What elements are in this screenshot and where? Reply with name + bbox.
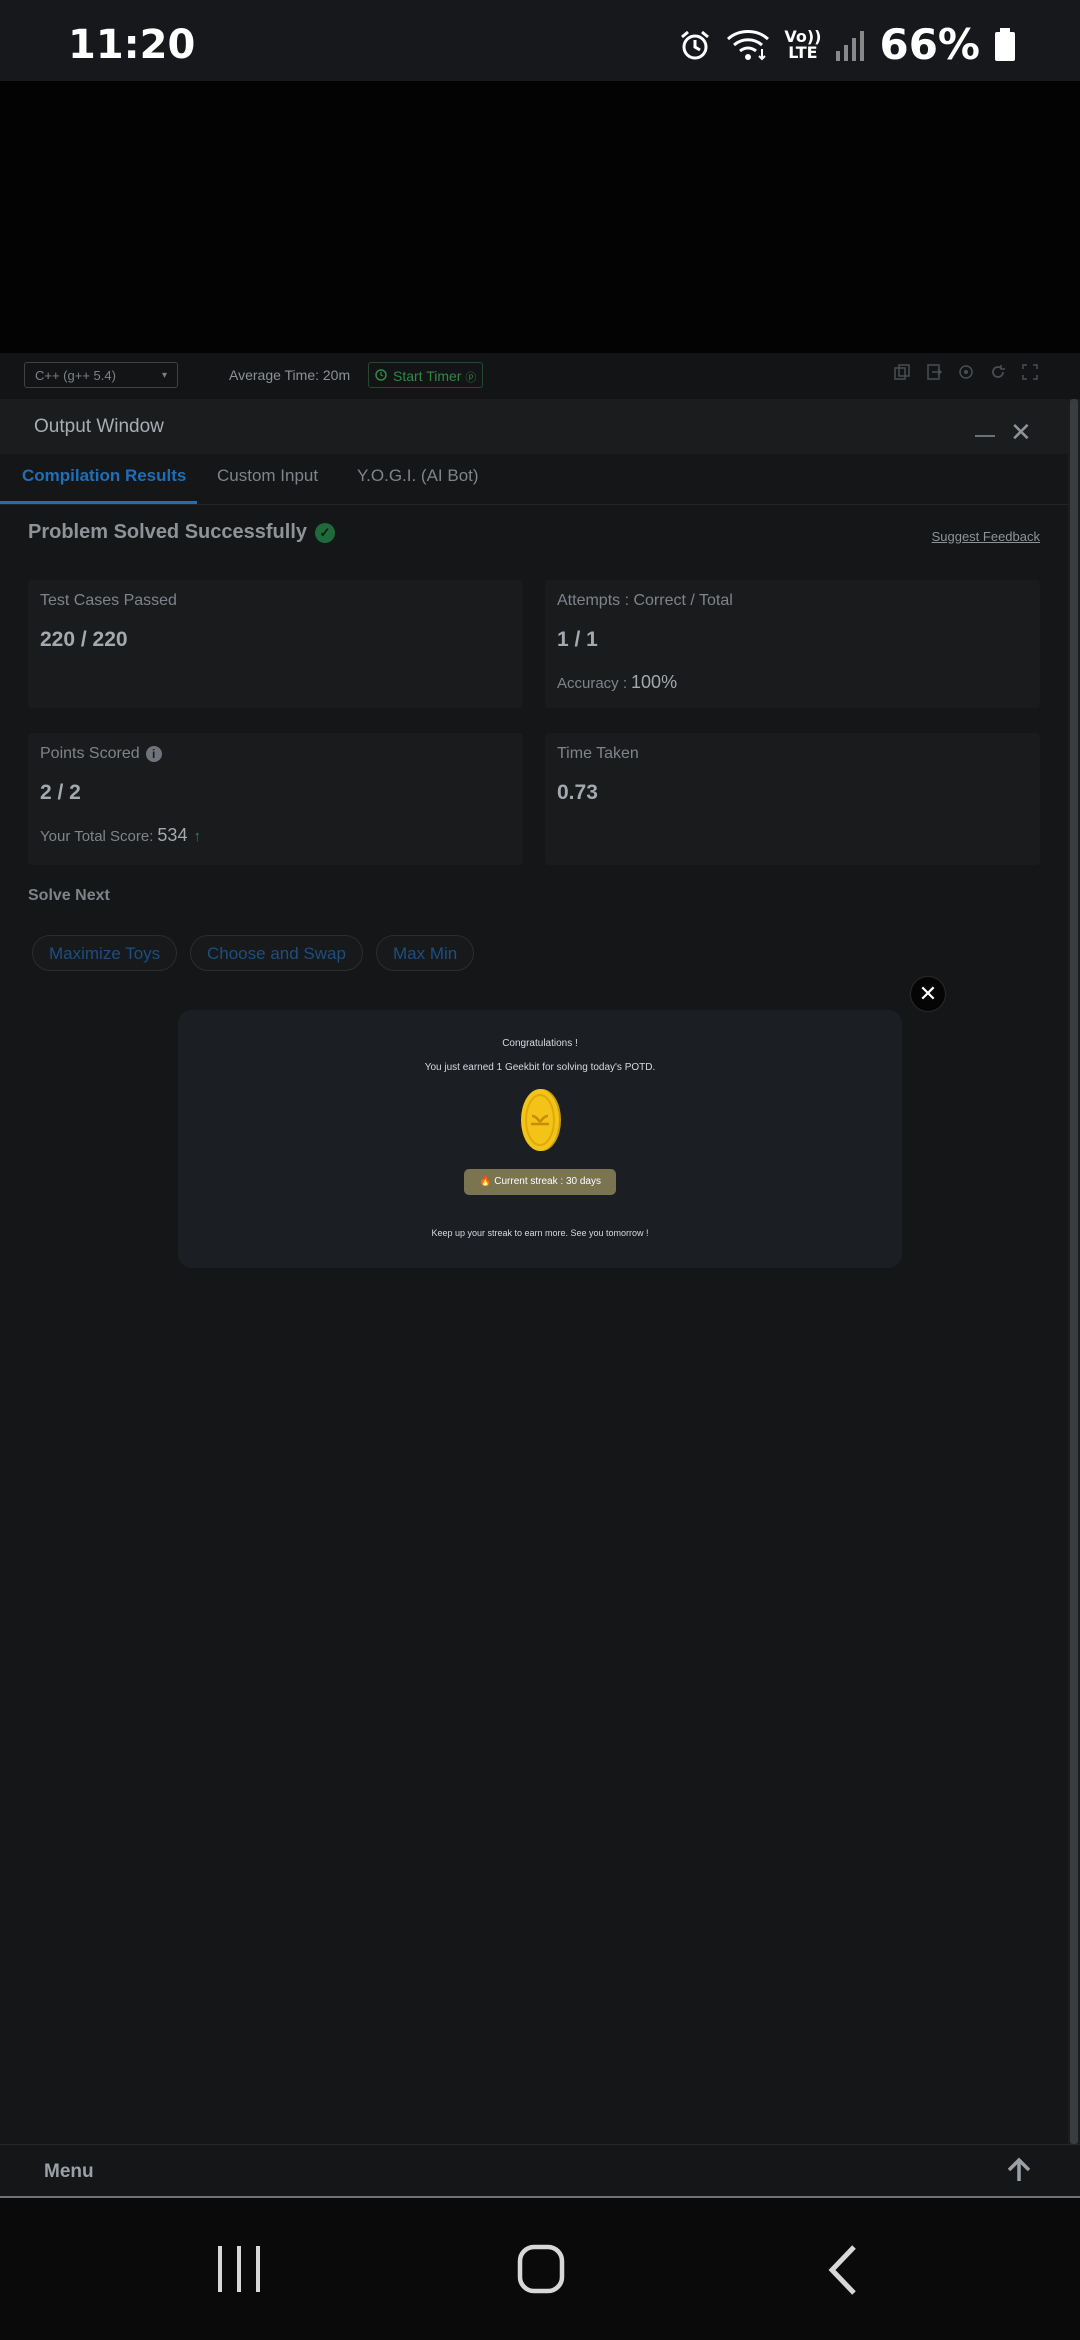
volte-bottom-text: LTE (788, 42, 818, 62)
modal-title: Congratulations ! (502, 1038, 578, 1049)
back-icon[interactable] (828, 2244, 858, 2301)
active-tab-indicator (0, 501, 197, 504)
menu-button[interactable]: Menu (44, 2161, 94, 2183)
streak-badge: 🔥 Current streak : 30 days (464, 1169, 616, 1195)
scrollbar-thumb[interactable] (1070, 399, 1078, 2144)
scroll-top-icon[interactable] (1006, 2157, 1032, 2188)
points-card: Points Scored i 2 / 2 Your Total Score: 53… (28, 733, 523, 865)
total-score-label: Your Total Score: (40, 828, 154, 845)
tab-compilation-results[interactable]: Compilation Results (22, 466, 186, 486)
volte-indicator: Vo)) LTE (784, 28, 821, 62)
fullscreen-icon[interactable] (1022, 364, 1038, 380)
fire-icon: 🔥 (479, 1176, 492, 1187)
language-select-value: C++ (g++ 5.4) (35, 368, 116, 383)
result-status: Problem Solved Successfully ✓ (28, 521, 335, 544)
total-score-value: 534 (157, 825, 188, 845)
timer-icon (375, 369, 387, 381)
suggest-feedback-link[interactable]: Suggest Feedback (932, 529, 1040, 544)
status-bar: 11:20 Vo)) LTE 66% (0, 0, 1080, 81)
geekbit-modal: Congratulations ! You just earned 1 Geek… (178, 1010, 902, 1268)
scrollbar[interactable] (1068, 399, 1080, 2144)
bottom-bar: Menu (0, 2144, 1080, 2198)
test-cases-value: 220 / 220 (40, 628, 128, 651)
output-window: Output Window ✕ Compilation Results Cust… (0, 399, 1068, 2144)
copy-icon[interactable] (894, 364, 910, 380)
modal-close-button[interactable]: ✕ (910, 976, 946, 1012)
output-window-header: Output Window ✕ (0, 399, 1068, 454)
alarm-icon (678, 28, 712, 62)
home-icon[interactable] (517, 2244, 565, 2299)
settings-icon[interactable] (958, 364, 974, 380)
output-window-title: Output Window (34, 416, 164, 437)
accuracy-label: Accuracy : (557, 675, 628, 692)
points-label: Points Scored i (40, 745, 162, 763)
info-icon[interactable]: i (145, 745, 162, 762)
solve-next-item[interactable]: Choose and Swap (190, 935, 363, 971)
check-circle-icon: ✓ (315, 522, 335, 543)
modal-message: You just earned 1 Geekbit for solving to… (424, 1062, 656, 1073)
file-export-icon[interactable] (926, 364, 943, 380)
status-icons: Vo)) LTE 66% (678, 20, 1016, 69)
result-status-text: Problem Solved Successfully (28, 521, 307, 543)
close-icon[interactable]: ✕ (1010, 417, 1032, 448)
test-cases-label: Test Cases Passed (40, 592, 177, 609)
battery-percent: 66% (879, 20, 980, 69)
start-timer-button[interactable]: Start Timer ⓟ (368, 362, 484, 388)
streak-text: Current streak : 30 days (494, 1176, 601, 1187)
solve-next-heading: Solve Next (28, 887, 110, 904)
blank-area (0, 81, 1080, 353)
language-select[interactable]: C++ (g++ 5.4) ▾ (24, 362, 178, 388)
editor-toolbar: C++ (g++ 5.4) ▾ Average Time: 20m Start … (0, 353, 1080, 399)
time-taken-label: Time Taken (557, 745, 639, 762)
toolbar-icons (894, 364, 1038, 380)
total-score: Your Total Score: 534 ↑ (40, 825, 201, 846)
average-time: Average Time: 20m (229, 367, 351, 383)
solve-next-item[interactable]: Maximize Toys (32, 935, 178, 971)
chevron-down-icon: ▾ (161, 370, 167, 381)
wifi-icon (726, 27, 770, 63)
minimize-icon[interactable] (975, 435, 995, 437)
accuracy: Accuracy :100% (557, 672, 677, 693)
system-nav-bar (0, 2198, 1080, 2340)
play-circle-icon: ⓟ (465, 372, 477, 384)
tab-custom-input[interactable]: Custom Input (217, 466, 318, 486)
test-cases-card: Test Cases Passed 220 / 220 (28, 580, 523, 708)
recents-icon[interactable] (216, 2244, 262, 2299)
attempts-label: Attempts : Correct / Total (557, 592, 733, 609)
points-label-text: Points Scored (40, 745, 140, 762)
time-taken-card: Time Taken 0.73 (545, 733, 1040, 865)
solve-next-item[interactable]: Max Min (376, 935, 475, 971)
status-time: 11:20 (68, 22, 196, 68)
tab-yogi-ai-bot[interactable]: Y.O.G.I. (AI Bot) (357, 466, 479, 486)
arrow-up-icon: ↑ (193, 828, 201, 845)
output-tabs: Compilation Results Custom Input Y.O.G.I… (0, 454, 1068, 505)
battery-icon (994, 27, 1016, 62)
accuracy-value: 100% (631, 672, 678, 692)
start-timer-label: Start Timer (393, 368, 462, 384)
geekbit-coin-icon (521, 1089, 561, 1151)
modal-footer: Keep up your streak to earn more. See yo… (431, 1228, 649, 1238)
attempts-card: Attempts : Correct / Total 1 / 1 Accurac… (545, 580, 1040, 708)
signal-icon (835, 29, 865, 61)
refresh-icon[interactable] (990, 364, 1006, 380)
attempts-value: 1 / 1 (557, 628, 598, 651)
time-taken-value: 0.73 (557, 781, 598, 804)
points-value: 2 / 2 (40, 781, 81, 804)
